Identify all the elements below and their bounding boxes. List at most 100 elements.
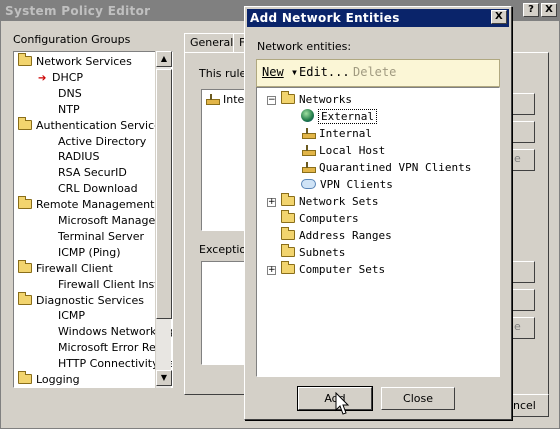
scroll-down-icon[interactable]: ▼: [156, 370, 172, 386]
tree-item-label: Logging: [36, 373, 80, 386]
entity-tree-item[interactable]: Subnets: [281, 244, 346, 261]
entities-toolbar: New ▾ Edit... Delete: [256, 59, 500, 87]
tree-group[interactable]: Firewall Client: [18, 259, 113, 277]
expand-icon[interactable]: +: [267, 266, 276, 275]
close-window-button[interactable]: X: [541, 3, 557, 17]
tree-item-label: DHCP: [52, 70, 84, 84]
tab-general[interactable]: General: [184, 33, 240, 53]
entity-label: Local Host: [319, 144, 386, 157]
folder-icon: [281, 244, 295, 257]
entity-tree-item[interactable]: Local Host: [301, 143, 385, 159]
tree-item[interactable]: Microsoft Error Repo: [58, 340, 170, 356]
entity-label: Internal: [319, 127, 372, 140]
tree-item[interactable]: CRL Download: [58, 181, 138, 197]
entity-label: Computer Sets: [299, 263, 386, 276]
tree-item-label: Network Services: [36, 55, 132, 68]
dropdown-arrow-icon: ▾: [290, 65, 299, 79]
tree-group[interactable]: Authentication Services: [18, 116, 167, 134]
tree-item[interactable]: NTP: [58, 102, 80, 118]
dialog-close-icon[interactable]: X: [491, 10, 507, 24]
entity-label: External: [318, 109, 377, 124]
entity-tree-item[interactable]: External: [301, 109, 377, 125]
network-entities-tree[interactable]: − Networks External Internal Local Host Quara…: [256, 87, 500, 377]
tree-item-label: Authentication Services: [36, 118, 167, 132]
folder-icon: [18, 53, 32, 66]
configuration-groups-tree[interactable]: Network Services ➔ DHCP DNS NTP Authenticatio…: [13, 51, 173, 388]
remove-rule-button[interactable]: e: [509, 149, 535, 171]
folder-icon: [281, 210, 295, 223]
entity-label: Network Sets: [299, 195, 379, 208]
tree-item-label: DNS: [58, 86, 82, 100]
folder-icon: [281, 261, 295, 274]
edit-exception-button[interactable]: [509, 289, 535, 311]
tree-item[interactable]: DNS: [58, 86, 82, 102]
entity-tree-item[interactable]: Address Ranges: [281, 227, 392, 244]
cloud-icon: [301, 179, 316, 189]
add-rule-button[interactable]: [509, 93, 535, 115]
tree-item-label: RSA SecurID: [58, 166, 127, 180]
help-button[interactable]: ?: [523, 3, 539, 17]
tree-group[interactable]: Remote Management: [18, 196, 155, 213]
mouse-cursor-icon: [335, 392, 350, 415]
collapse-icon[interactable]: −: [267, 96, 276, 105]
entity-label: Computers: [299, 212, 359, 225]
folder-icon: [18, 291, 32, 305]
close-button[interactable]: Close: [381, 387, 455, 410]
dialog-title: Add Network Entities X: [247, 9, 509, 27]
tree-item-label: Terminal Server: [58, 229, 145, 243]
rule-list-item: Inte: [223, 93, 245, 106]
tree-item-label: Microsoft Error Repo: [58, 341, 170, 355]
tree-item-label: Diagnostic Services: [36, 293, 144, 307]
entity-label: Quarantined VPN Clients: [319, 161, 472, 174]
tree-item-label: Firewall Client: [36, 261, 113, 275]
network-icon: [301, 127, 316, 139]
edit-button[interactable]: Edit...: [299, 65, 350, 79]
network-icon: [205, 93, 220, 105]
entity-tree-item[interactable]: Computer Sets: [281, 261, 386, 278]
dialog-title-text: Add Network Entities: [250, 11, 400, 25]
expand-icon[interactable]: +: [267, 198, 276, 207]
entity-label: Address Ranges: [299, 229, 392, 242]
arrow-icon: ➔: [38, 72, 47, 84]
tree-item[interactable]: ICMP: [58, 308, 85, 324]
entity-tree-item[interactable]: Computers: [281, 210, 359, 227]
tree-group[interactable]: Network Services: [18, 53, 132, 70]
entity-tree-item[interactable]: Network Sets: [281, 193, 379, 210]
tree-item[interactable]: ➔ DHCP: [38, 70, 83, 86]
globe-icon: [301, 109, 314, 122]
tree-item-label: Remote Management: [36, 198, 155, 212]
entity-tree-item[interactable]: Quarantined VPN Clients: [301, 160, 471, 176]
tree-scrollbar[interactable]: ▲ ▼: [155, 51, 172, 388]
tree-group[interactable]: Logging: [18, 371, 80, 387]
folder-icon: [281, 227, 295, 240]
network-icon: [301, 161, 316, 173]
entity-tree-item[interactable]: Internal: [301, 126, 372, 142]
add-exception-button[interactable]: [509, 261, 535, 283]
tree-group[interactable]: Diagnostic Services: [18, 291, 144, 309]
tree-item-label: Active Directory: [58, 134, 147, 148]
entity-label: Networks: [299, 93, 352, 106]
network-icon: [301, 144, 316, 156]
scroll-up-icon[interactable]: ▲: [156, 51, 172, 67]
delete-button[interactable]: Delete: [353, 65, 396, 79]
entity-tree-item[interactable]: Networks: [281, 91, 352, 108]
entity-tree-item[interactable]: VPN Clients: [301, 177, 393, 193]
new-button[interactable]: New ▾: [262, 65, 298, 79]
folder-icon: [281, 193, 295, 206]
remove-exception-button[interactable]: e: [509, 317, 535, 339]
tree-item[interactable]: RSA SecurID: [58, 165, 127, 181]
folder-icon: [281, 91, 295, 104]
tree-item[interactable]: RADIUS: [58, 149, 99, 165]
tree-item[interactable]: Active Directory: [58, 134, 146, 150]
tree-item-label: NTP: [58, 102, 80, 116]
edit-rule-button[interactable]: [509, 121, 535, 143]
tree-item[interactable]: ICMP (Ping): [58, 245, 121, 261]
tree-item[interactable]: Terminal Server: [58, 229, 144, 245]
folder-icon: [18, 259, 32, 273]
entity-label: Subnets: [299, 246, 346, 259]
folder-icon: [18, 116, 32, 130]
network-entities-label: Network entities:: [257, 40, 352, 53]
folder-icon: [18, 371, 32, 384]
add-network-entities-dialog: Add Network Entities X Network entities:…: [244, 6, 512, 420]
scroll-thumb[interactable]: [156, 69, 172, 319]
